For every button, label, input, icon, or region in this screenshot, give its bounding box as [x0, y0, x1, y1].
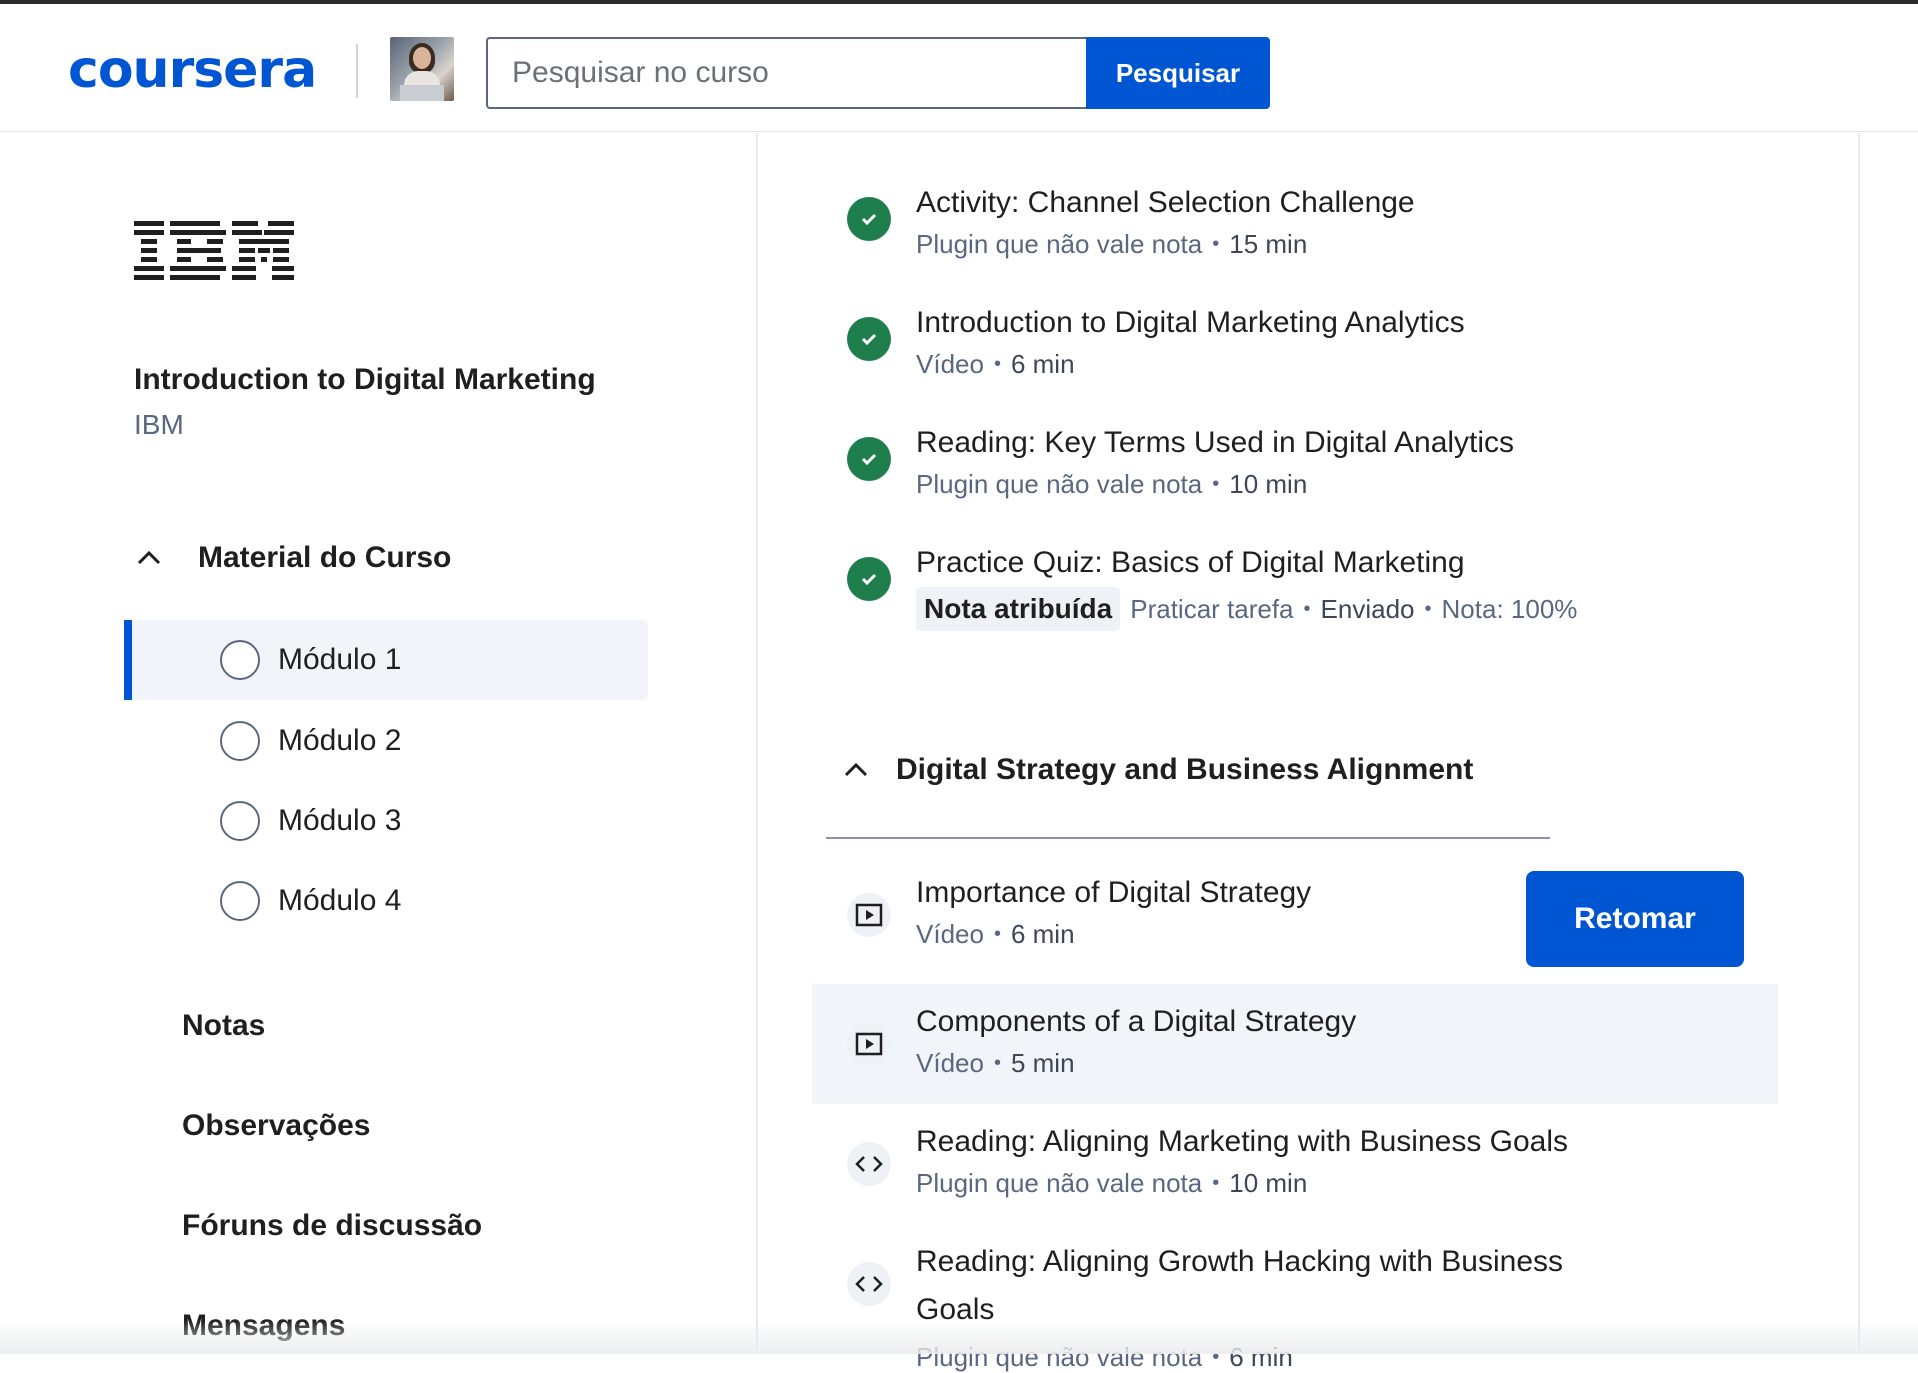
progress-circle-icon: [220, 801, 260, 841]
separator-dot: •: [993, 353, 1001, 375]
sidebar: Introduction to Digital Marketing IBM Ma…: [0, 133, 756, 1354]
search-input[interactable]: Pesquisar no curso: [486, 37, 1086, 109]
check-icon: [847, 197, 891, 241]
item-title[interactable]: Introduction to Digital Marketing Analyt…: [916, 303, 1465, 343]
separator-dot: •: [1424, 597, 1432, 620]
item-duration: 5 min: [1010, 1048, 1075, 1078]
item-duration: 10 min: [1229, 1168, 1308, 1198]
sidebar-item-module-4[interactable]: Módulo 4: [124, 861, 648, 941]
main-content: Activity: Channel Selection Challenge Pl…: [758, 133, 1858, 1372]
item-duration: 6 min: [1010, 349, 1075, 379]
check-icon: [847, 317, 891, 361]
sidebar-item-module-2[interactable]: Módulo 2: [124, 701, 648, 781]
item-type: Vídeo: [916, 1048, 984, 1078]
check-icon: [847, 557, 891, 601]
lesson-group-title: Digital Strategy and Business Alignment: [896, 753, 1474, 786]
course-org: IBM: [134, 409, 184, 440]
module-label: Módulo 4: [278, 884, 402, 917]
chevron-up-icon: [844, 762, 868, 777]
group-divider: [826, 837, 1550, 839]
separator-dot: •: [1212, 473, 1220, 495]
video-icon: [847, 893, 891, 937]
item-title[interactable]: Practice Quiz: Basics of Digital Marketi…: [916, 543, 1465, 583]
progress-circle-icon: [220, 640, 260, 680]
separator-dot: •: [993, 923, 1001, 945]
search-button[interactable]: Pesquisar: [1086, 37, 1270, 109]
ibm-logo-icon: [134, 221, 294, 280]
item-title[interactable]: Activity: Channel Selection Challenge: [916, 183, 1415, 223]
video-icon: [847, 1022, 891, 1066]
header-divider: [356, 44, 358, 98]
check-icon: [847, 437, 891, 481]
resume-button[interactable]: Retomar: [1526, 871, 1744, 967]
item-duration: 6 min: [1010, 919, 1075, 949]
item-type: Plugin que não vale nota: [916, 1168, 1203, 1198]
module-label: Módulo 2: [278, 724, 402, 757]
item-meta: Vídeo • 5 min: [916, 1048, 1075, 1079]
item-meta: Vídeo • 6 min: [916, 349, 1075, 380]
item-meta: Vídeo • 6 min: [916, 919, 1075, 950]
graded-badge: Nota atribuída: [916, 587, 1121, 631]
main-right-divider: [1858, 133, 1860, 1354]
item-grade: Nota: 100%: [1441, 593, 1578, 624]
item-type: Plugin que não vale nota: [916, 469, 1203, 499]
sidebar-item-module-1[interactable]: Módulo 1: [124, 620, 648, 700]
bottom-fade: [0, 1320, 1918, 1354]
module-label: Módulo 3: [278, 804, 402, 837]
item-type: Vídeo: [916, 919, 984, 949]
course-title[interactable]: Introduction to Digital Marketing: [134, 363, 596, 397]
list-item[interactable]: Introduction to Digital Marketing Analyt…: [758, 303, 1858, 403]
item-meta: Plugin que não vale nota • 15 min: [916, 229, 1307, 260]
code-icon: [847, 1142, 891, 1186]
code-icon: [847, 1262, 891, 1306]
course-material-label: Material do Curso: [198, 541, 452, 574]
item-meta: Plugin que não vale nota • 10 min: [916, 1168, 1307, 1199]
item-type: Praticar tarefa: [1130, 593, 1294, 624]
list-item[interactable]: Components of a Digital Strategy Vídeo •…: [758, 1002, 1858, 1102]
separator-dot: •: [1212, 233, 1220, 255]
lesson-group-toggle[interactable]: Digital Strategy and Business Alignment: [842, 753, 1473, 787]
search-placeholder: Pesquisar no curso: [512, 56, 769, 89]
chevron-up-icon: [137, 550, 161, 565]
item-title[interactable]: Importance of Digital Strategy: [916, 873, 1311, 913]
item-title[interactable]: Components of a Digital Strategy: [916, 1002, 1356, 1042]
item-meta: Plugin que não vale nota • 10 min: [916, 469, 1307, 500]
list-item[interactable]: Practice Quiz: Basics of Digital Marketi…: [758, 543, 1858, 653]
course-material-toggle[interactable]: Material do Curso: [134, 541, 451, 575]
progress-circle-icon: [220, 881, 260, 921]
sidebar-link-observacoes[interactable]: Observações: [182, 1109, 370, 1143]
coursera-logo[interactable]: coursera: [68, 40, 317, 100]
header: coursera Pesquisar no curso Pesquisar: [0, 4, 1918, 132]
item-title[interactable]: Reading: Aligning Growth Hacking with Bu…: [916, 1242, 1563, 1282]
sidebar-link-foruns[interactable]: Fóruns de discussão: [182, 1209, 482, 1243]
module-label: Módulo 1: [278, 643, 402, 676]
item-title[interactable]: Reading: Aligning Marketing with Busines…: [916, 1122, 1568, 1162]
item-duration: 10 min: [1229, 469, 1308, 499]
progress-circle-icon: [220, 721, 260, 761]
item-meta: Nota atribuída Praticar tarefa • Enviado…: [916, 587, 1577, 631]
item-type: Vídeo: [916, 349, 984, 379]
separator-dot: •: [1212, 1172, 1220, 1194]
sidebar-link-notas[interactable]: Notas: [182, 1009, 265, 1043]
item-type: Plugin que não vale nota: [916, 229, 1203, 259]
item-duration: 15 min: [1229, 229, 1308, 259]
list-item[interactable]: Reading: Key Terms Used in Digital Analy…: [758, 423, 1858, 523]
item-title[interactable]: Reading: Key Terms Used in Digital Analy…: [916, 423, 1514, 463]
separator-dot: •: [1303, 597, 1311, 620]
list-item[interactable]: Reading: Aligning Marketing with Busines…: [758, 1122, 1858, 1222]
list-item[interactable]: Activity: Channel Selection Challenge Pl…: [758, 183, 1858, 283]
separator-dot: •: [993, 1052, 1001, 1074]
course-thumbnail: [390, 37, 454, 101]
item-status: Enviado: [1320, 593, 1415, 624]
sidebar-item-module-3[interactable]: Módulo 3: [124, 781, 648, 861]
